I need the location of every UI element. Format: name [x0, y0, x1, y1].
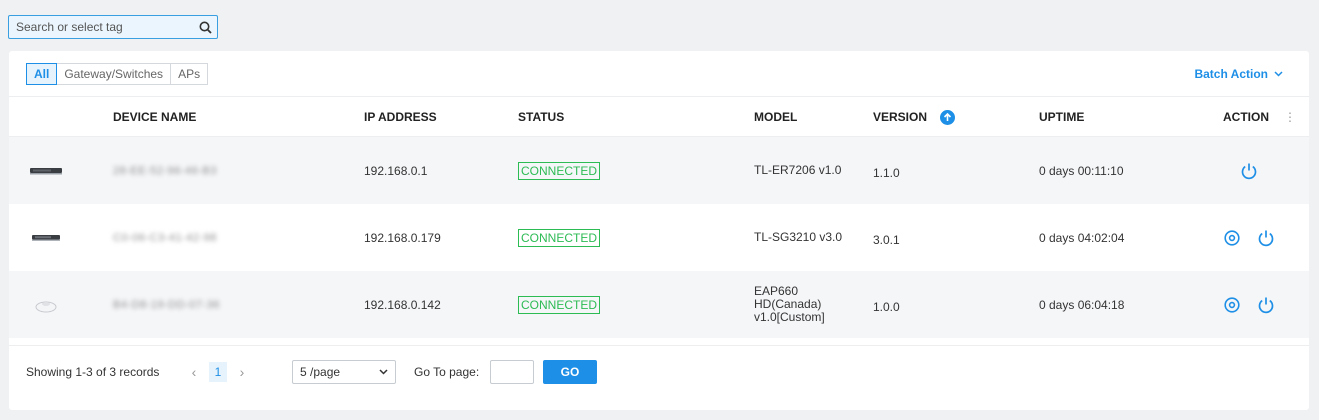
status-badge: CONNECTED — [518, 295, 601, 314]
status-badge: CONNECTED — [518, 228, 601, 247]
device-name: B4-D8-19-DD-07-36 — [113, 298, 220, 311]
page-number[interactable]: 1 — [209, 362, 227, 382]
table-row[interactable]: C0-06-C3-41-42-98 192.168.0.179 CONNECTE… — [9, 204, 1309, 271]
chevron-down-icon — [1274, 71, 1283, 77]
tag-search-input[interactable] — [9, 16, 193, 38]
go-button[interactable]: GO — [543, 360, 597, 384]
search-icon[interactable] — [193, 16, 217, 38]
header-version-label: VERSION — [873, 110, 928, 124]
locate-icon[interactable] — [1223, 229, 1241, 247]
pagination: ‹ 1 › — [185, 360, 251, 384]
header-model[interactable]: MODEL — [754, 97, 797, 137]
power-icon[interactable] — [1257, 229, 1275, 247]
header-device-name[interactable]: DEVICE NAME — [113, 97, 196, 137]
model: TL-ER7206 v1.0 — [754, 163, 842, 177]
uptime: 0 days 04:02:04 — [1039, 230, 1125, 245]
access-point-icon — [25, 271, 67, 338]
header-status[interactable]: STATUS — [518, 97, 564, 137]
next-page-icon[interactable]: › — [233, 364, 251, 380]
table-header: DEVICE NAME IP ADDRESS STATUS MODEL VERS… — [9, 96, 1309, 137]
table-row[interactable]: B4-D8-19-DD-07-36 192.168.0.142 CONNECTE… — [9, 271, 1309, 338]
version: 1.1.0 — [873, 165, 900, 180]
status-badge: CONNECTED — [518, 161, 601, 180]
switch-icon — [25, 204, 67, 271]
uptime: 0 days 06:04:18 — [1039, 297, 1125, 312]
goto-label: Go To page: — [414, 365, 480, 379]
locate-icon[interactable] — [1223, 296, 1241, 314]
chevron-down-icon — [379, 369, 388, 375]
table-footer: Showing 1-3 of 3 records ‹ 1 › 5 /page G… — [9, 345, 1309, 395]
records-count: Showing 1-3 of 3 records — [26, 365, 160, 379]
ip-address: 192.168.0.1 — [364, 163, 428, 178]
model: EAP660 HD(Canada) v1.0[Custom] — [754, 271, 864, 338]
header-ip-address[interactable]: IP ADDRESS — [364, 97, 437, 137]
row-actions — [1189, 137, 1309, 204]
devices-table: DEVICE NAME IP ADDRESS STATUS MODEL VERS… — [9, 96, 1309, 338]
row-actions — [1189, 271, 1309, 338]
prev-page-icon[interactable]: ‹ — [185, 364, 203, 380]
devices-card: All Gateway/Switches APs Batch Action DE… — [9, 51, 1309, 410]
power-icon[interactable] — [1240, 162, 1258, 180]
tab-aps[interactable]: APs — [170, 63, 209, 85]
model-line: v1.0[Custom] — [754, 310, 825, 324]
header-action: ACTION — [1223, 110, 1269, 124]
column-menu-icon[interactable]: ⋮ — [1284, 97, 1296, 137]
device-filter-tabs: All Gateway/Switches APs — [26, 63, 209, 85]
table-row[interactable]: 28-EE-52-96-46-B3 192.168.0.1 CONNECTED … — [9, 137, 1309, 204]
batch-action-button[interactable]: Batch Action — [1194, 67, 1283, 81]
version: 1.0.0 — [873, 299, 900, 314]
batch-action-label: Batch Action — [1194, 67, 1268, 81]
tab-gateway-switches[interactable]: Gateway/Switches — [56, 63, 172, 85]
tag-search-box[interactable] — [8, 15, 218, 39]
model: TL-SG3210 v3.0 — [754, 230, 843, 244]
power-icon[interactable] — [1257, 296, 1275, 314]
page-size-value: 5 /page — [300, 365, 341, 379]
goto-page-input[interactable] — [490, 360, 534, 384]
device-name: 28-EE-52-96-46-B3 — [113, 164, 217, 177]
ip-address: 192.168.0.179 — [364, 230, 441, 245]
uptime: 0 days 00:11:10 — [1039, 163, 1124, 178]
header-uptime[interactable]: UPTIME — [1039, 97, 1084, 137]
sort-ascending-icon[interactable] — [940, 110, 956, 126]
row-actions — [1189, 204, 1309, 271]
device-name: C0-06-C3-41-42-98 — [113, 231, 217, 244]
version: 3.0.1 — [873, 232, 900, 247]
tab-all[interactable]: All — [26, 63, 58, 85]
header-version[interactable]: VERSION — [873, 97, 956, 137]
page-size-select[interactable]: 5 /page — [292, 360, 396, 384]
router-icon — [25, 137, 67, 204]
ip-address: 192.168.0.142 — [364, 297, 441, 312]
